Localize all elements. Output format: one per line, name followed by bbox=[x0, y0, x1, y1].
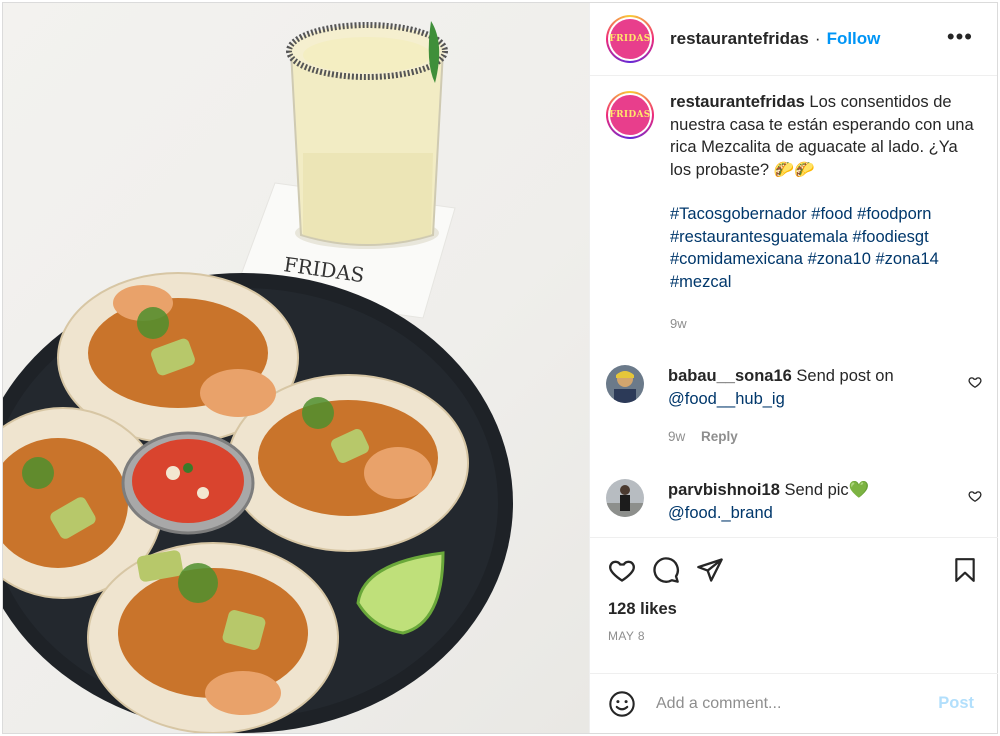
avatar[interactable]: FRIDAS bbox=[606, 15, 654, 63]
follow-button[interactable]: Follow bbox=[827, 29, 881, 49]
add-comment-bar: Post bbox=[590, 673, 998, 733]
post-comment-button[interactable]: Post bbox=[938, 694, 974, 713]
reply-button[interactable]: Reply bbox=[701, 429, 738, 444]
avatar-logo: FRIDAS bbox=[609, 19, 650, 59]
comment-bubble-icon[interactable] bbox=[652, 556, 680, 584]
comment-mention[interactable]: @food._brand bbox=[668, 502, 958, 525]
caption-timestamp: 9w bbox=[670, 316, 687, 331]
comment-body: babau__sona16 Send post on @food__hub_ig… bbox=[668, 365, 958, 449]
caption: FRIDAS restaurantefridas Los consentidos… bbox=[590, 91, 998, 336]
tacos-and-drink-image: FRIDAS bbox=[3, 21, 513, 733]
post-actions: 128 likes MAY 8 bbox=[590, 537, 998, 643]
likes-count[interactable]: 128 likes bbox=[608, 600, 982, 619]
separator-dot: · bbox=[814, 29, 821, 48]
post-header: FRIDAS restaurantefridas · Follow ••• bbox=[590, 3, 997, 76]
comment-username[interactable]: parvbishnoi18 bbox=[668, 481, 780, 499]
comment-item: parvbishnoi18 Send pic💚 @food._brand bbox=[606, 479, 986, 524]
caption-hashtags[interactable]: #Tacosgobernador #food #foodporn #restau… bbox=[670, 203, 980, 293]
like-comment-icon[interactable] bbox=[968, 375, 982, 389]
caption-body: restaurantefridas Los consentidos de nue… bbox=[670, 91, 980, 336]
more-options-icon[interactable]: ••• bbox=[947, 26, 973, 48]
comment-item: babau__sona16 Send post on @food__hub_ig… bbox=[606, 365, 986, 449]
bookmark-save-icon[interactable] bbox=[952, 556, 978, 584]
post-side-panel: FRIDAS restaurantefridas · Follow ••• FR… bbox=[589, 3, 998, 733]
comment-avatar[interactable] bbox=[606, 479, 644, 517]
caption-username[interactable]: restaurantefridas bbox=[670, 93, 805, 111]
share-send-icon[interactable] bbox=[696, 556, 724, 584]
avatar-inner: FRIDAS bbox=[608, 17, 652, 61]
comment-username[interactable]: babau__sona16 bbox=[668, 367, 792, 385]
comment-timestamp: 9w bbox=[668, 429, 686, 444]
post-photo[interactable]: FRIDAS bbox=[3, 3, 589, 733]
comment-meta: 9w Reply bbox=[668, 426, 958, 449]
emoji-smiley-icon[interactable] bbox=[608, 690, 636, 718]
comment-mention[interactable]: @food__hub_ig bbox=[668, 388, 958, 411]
action-row bbox=[608, 554, 982, 586]
avatar-logo: FRIDAS bbox=[609, 95, 650, 135]
post-date: MAY 8 bbox=[608, 629, 645, 643]
comment-text: Send pic💚 bbox=[784, 481, 870, 499]
instagram-post-frame: FRIDAS FRIDAS restaurantefridas · Follow… bbox=[2, 2, 998, 734]
like-heart-icon[interactable] bbox=[608, 556, 636, 584]
comment-avatar[interactable] bbox=[606, 365, 644, 403]
comment-input[interactable] bbox=[656, 694, 926, 713]
caption-avatar[interactable]: FRIDAS bbox=[606, 91, 654, 139]
like-comment-icon[interactable] bbox=[968, 489, 982, 503]
comment-text: Send post on bbox=[796, 367, 894, 385]
header-username[interactable]: restaurantefridas bbox=[670, 29, 809, 49]
comment-body: parvbishnoi18 Send pic💚 @food._brand bbox=[668, 479, 958, 524]
avatar-inner: FRIDAS bbox=[608, 93, 652, 137]
